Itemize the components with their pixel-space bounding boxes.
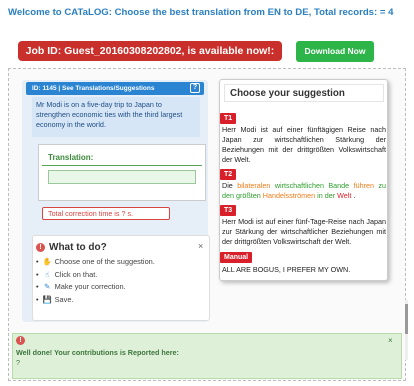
suggestion-tag-t2[interactable]: T2: [220, 169, 237, 180]
suggestion-t2-segment: Bande: [328, 181, 350, 190]
suggestion-t3[interactable]: Herr Modi ist auf einer fünf-Tage-Reise …: [222, 217, 386, 247]
suggestion-t2-segment: bilateralen: [237, 181, 271, 190]
source-sentence: Mr Modi is on a five-day trip to Japan t…: [32, 97, 200, 137]
suggestion-t2-segment: Handelsströmen: [262, 191, 316, 200]
list-item: • ✋ Choose one of the suggestion.: [36, 256, 155, 269]
suggestion-tag-t3[interactable]: T3: [220, 205, 237, 216]
translation-input[interactable]: [48, 170, 196, 184]
save-icon: 💾: [42, 294, 52, 304]
suggestion-t2-segment: .: [351, 191, 356, 200]
pointer-icon: ☝: [44, 269, 50, 279]
report-value: ?: [16, 358, 20, 367]
suggestions-icon[interactable]: ?: [190, 83, 200, 93]
translation-label: Translation:: [41, 153, 204, 166]
suggestion-t2-segment: in der: [315, 191, 338, 200]
list-item: • 💾 Save.: [36, 294, 155, 307]
what-to-do-title: ! What to do?: [36, 242, 107, 253]
list-item: • ☝ Click on that.: [36, 269, 155, 282]
suggestion-t2-segment: führen: [353, 181, 374, 190]
correction-time-notice: Total correction time is ? s.: [42, 207, 170, 220]
suggestion-t2-segment: wirtschaftlichen: [274, 181, 324, 190]
close-icon[interactable]: ×: [198, 241, 203, 251]
job-id-banner: Job ID: Guest_20160308202802, is availab…: [18, 41, 282, 61]
edit-icon: ✎: [43, 282, 51, 291]
scrollbar[interactable]: [405, 300, 408, 360]
panel-header[interactable]: ID: 1145 | See Translations/Suggestions …: [26, 82, 204, 95]
suggestion-t1[interactable]: Herr Modi ist auf einer fünftägigen Reis…: [222, 125, 386, 165]
info-icon: !: [36, 243, 45, 252]
panel-header-label: ID: 1145 | See Translations/Suggestions: [32, 85, 155, 92]
suggestion-t2-segment: Die: [222, 181, 238, 190]
suggestion-panel: [219, 79, 388, 281]
suggestion-title: Choose your suggestion: [224, 84, 384, 102]
person-icon: ✋: [42, 257, 52, 266]
suggestion-t2-segment: größten: [236, 191, 261, 200]
suggestion-tag-manual[interactable]: Manual: [220, 252, 253, 263]
suggestion-manual[interactable]: ALL ARE BOGUS, I PREFER MY OWN.: [222, 265, 386, 275]
welcome-heading: Welcome to CATaLOG: Choose the best tran…: [8, 7, 394, 18]
success-message: Well done! Your contributions is Reporte…: [16, 348, 179, 357]
scrollbar-thumb[interactable]: [405, 304, 408, 334]
suggestion-t2[interactable]: Die bilateralen wirtschaftlichen Bande f…: [222, 181, 386, 201]
suggestion-tag-t1[interactable]: T1: [220, 113, 237, 124]
suggestion-t2-segment: Welt: [337, 191, 352, 200]
list-item: • ✎ Make your correction.: [36, 281, 155, 294]
close-icon[interactable]: ×: [388, 336, 393, 345]
instruction-list: • ✋ Choose one of the suggestion. • ☝ Click …: [36, 256, 155, 306]
download-now-button[interactable]: Download Now: [296, 41, 374, 62]
alert-icon: !: [16, 336, 25, 345]
